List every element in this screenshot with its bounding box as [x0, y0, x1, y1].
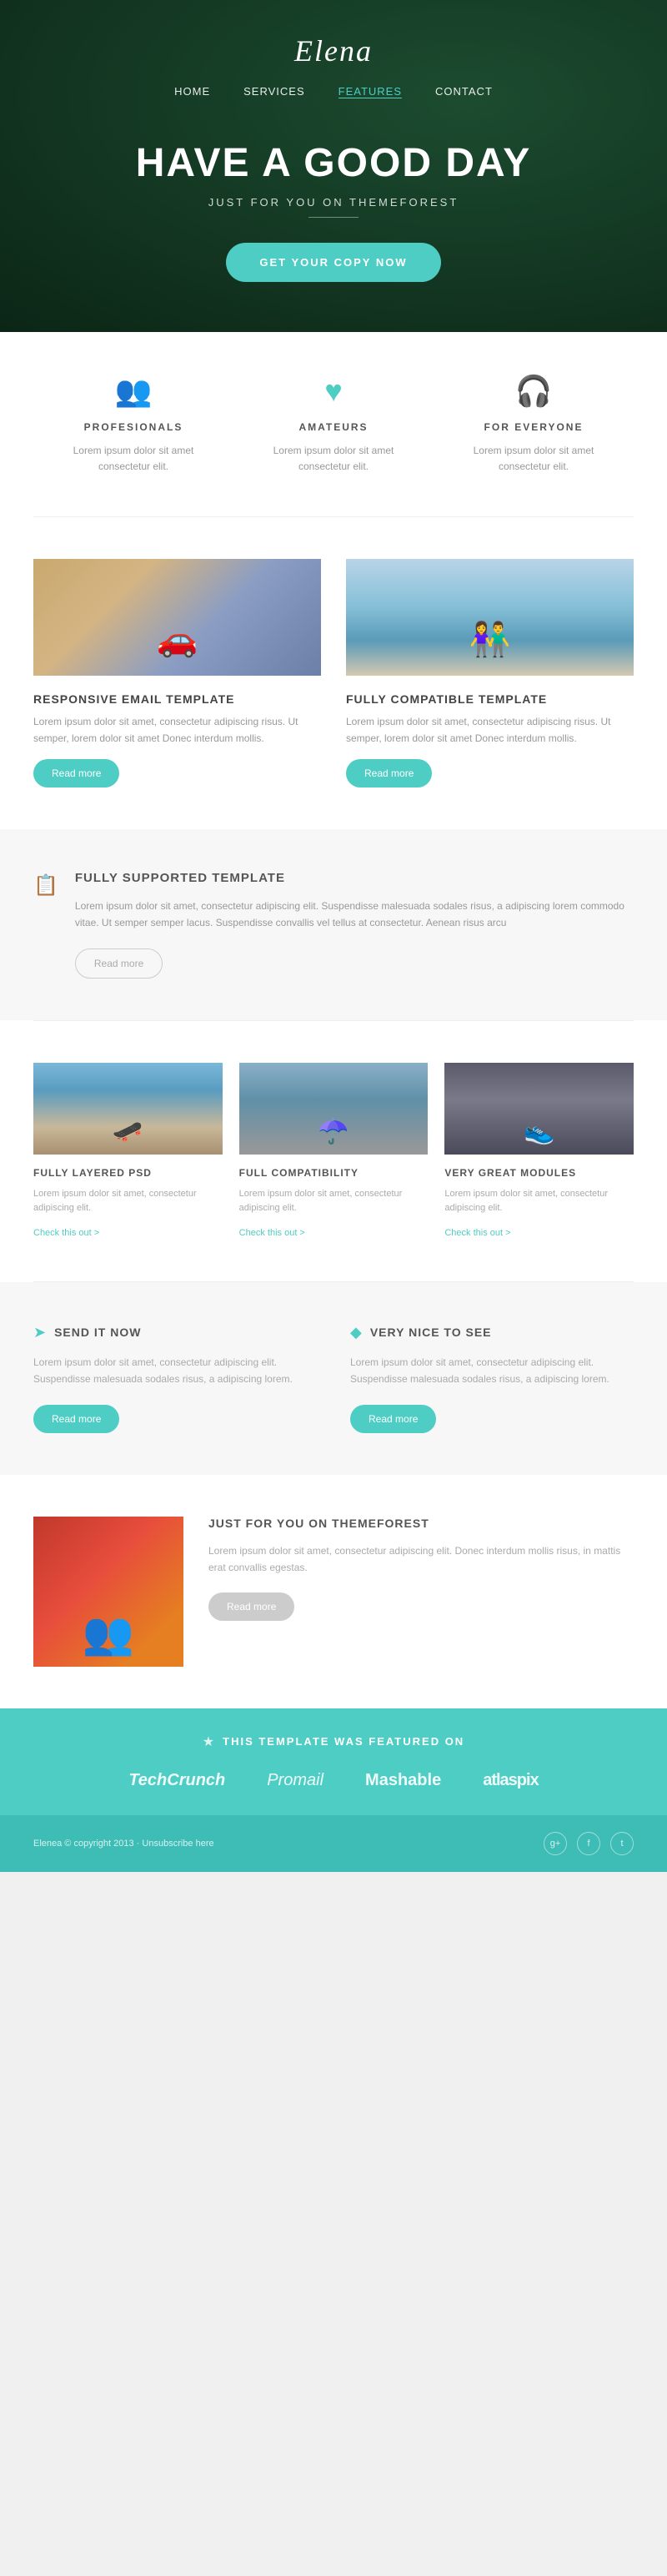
cards-row: RESPONSIVE EMAIL TEMPLATE Lorem ipsum do… [33, 559, 634, 787]
three-col-title-psd: FULLY LAYERED PSD [33, 1167, 223, 1179]
social-facebook[interactable]: f [577, 1832, 600, 1855]
three-col-modules: VERY GREAT MODULES Lorem ipsum dolor sit… [444, 1063, 634, 1240]
gray-section-text: Lorem ipsum dolor sit amet, consectetur … [75, 898, 634, 932]
check-link-modules[interactable]: Check this out > [444, 1228, 510, 1238]
headphones-icon: 🎧 [450, 374, 617, 409]
support-icon: 📋 [33, 873, 58, 898]
two-col-icon-section: ➤ SEND IT NOW Lorem ipsum dolor sit amet… [0, 1282, 667, 1475]
two-col-send: ➤ SEND IT NOW Lorem ipsum dolor sit amet… [33, 1324, 317, 1433]
footer-copyright: Elenea © copyright 2013 · Unsubscribe he… [33, 1839, 214, 1849]
send-title-row: ➤ SEND IT NOW [33, 1324, 317, 1341]
social-googleplus[interactable]: g+ [544, 1832, 567, 1855]
featured-content: JUST FOR YOU ON THEMEFOREST Lorem ipsum … [208, 1517, 634, 1622]
feature-text-everyone: Lorem ipsum dolor sit amet consectetur e… [450, 443, 617, 475]
feature-title-professionals: PROFESIONALS [50, 421, 217, 433]
brand-name: Elena [0, 33, 667, 68]
read-more-responsive[interactable]: Read more [33, 759, 119, 787]
nav-features[interactable]: FEATURES [339, 85, 402, 98]
featured-image [33, 1517, 183, 1667]
check-link-psd[interactable]: Check this out > [33, 1228, 99, 1238]
gray-content: FULLY SUPPORTED TEMPLATE Lorem ipsum dol… [75, 871, 634, 979]
hero-title: HAVE A GOOD DAY [0, 140, 667, 186]
send-read-more[interactable]: Read more [33, 1405, 119, 1433]
logo-techcrunch: TechCrunch [128, 1771, 225, 1790]
card-image-couple [346, 559, 634, 676]
gray-read-more[interactable]: Read more [75, 948, 163, 979]
nav-home[interactable]: HOME [174, 85, 210, 98]
nice-text: Lorem ipsum dolor sit amet, consectetur … [350, 1354, 634, 1388]
featured-button[interactable]: Read more [208, 1592, 294, 1621]
nav-contact[interactable]: CONTACT [435, 85, 493, 98]
logo-atlaspix: atlaspix [483, 1771, 538, 1790]
card-image-car [33, 559, 321, 676]
feature-text-professionals: Lorem ipsum dolor sit amet consectetur e… [50, 443, 217, 475]
teal-section: ★ THIS TEMPLATE WAS FEATURED ON TechCrun… [0, 1708, 667, 1815]
social-twitter[interactable]: t [610, 1832, 634, 1855]
bottom-footer: Elenea © copyright 2013 · Unsubscribe he… [0, 1815, 667, 1872]
check-link-compat[interactable]: Check this out > [239, 1228, 305, 1238]
three-col-title-modules: VERY GREAT MODULES [444, 1167, 634, 1179]
card-compatible: FULLY COMPATIBLE TEMPLATE Lorem ipsum do… [346, 559, 634, 787]
three-col-compat: FULL COMPATIBILITY Lorem ipsum dolor sit… [239, 1063, 429, 1240]
card-text-responsive: Lorem ipsum dolor sit amet, consectetur … [33, 714, 321, 746]
three-col-text-compat: Lorem ipsum dolor sit amet, consectetur … [239, 1187, 429, 1216]
hero-section: Elena HOME SERVICES FEATURES CONTACT HAV… [0, 0, 667, 332]
card-text-compatible: Lorem ipsum dolor sit amet, consectetur … [346, 714, 634, 746]
cta-button[interactable]: GET YOUR COPY NOW [226, 243, 440, 282]
feature-text-amateurs: Lorem ipsum dolor sit amet consectetur e… [250, 443, 417, 475]
read-more-compatible[interactable]: Read more [346, 759, 432, 787]
teal-section-title: THIS TEMPLATE WAS FEATURED ON [223, 1735, 464, 1748]
card-title-responsive: RESPONSIVE EMAIL TEMPLATE [33, 692, 321, 706]
gray-section-title: FULLY SUPPORTED TEMPLATE [75, 871, 634, 885]
featured-logos: TechCrunch Promail Mashable atlaspix [33, 1771, 634, 1790]
skater-image [33, 1063, 223, 1155]
professionals-icon: 👥 [50, 374, 217, 409]
email-wrapper: Elena HOME SERVICES FEATURES CONTACT HAV… [0, 0, 667, 1872]
features-section: 👥 PROFESIONALS Lorem ipsum dolor sit ame… [0, 332, 667, 516]
social-links: g+ f t [544, 1832, 634, 1855]
nice-icon: ◆ [350, 1324, 362, 1341]
umbrella-image [239, 1063, 429, 1155]
main-nav: HOME SERVICES FEATURES CONTACT [0, 85, 667, 98]
three-col-section: FULLY LAYERED PSD Lorem ipsum dolor sit … [0, 1021, 667, 1281]
send-icon: ➤ [33, 1324, 46, 1341]
three-col-row: FULLY LAYERED PSD Lorem ipsum dolor sit … [33, 1063, 634, 1240]
feature-title-amateurs: AMATEURS [250, 421, 417, 433]
featured-section: JUST FOR YOU ON THEMEFOREST Lorem ipsum … [0, 1475, 667, 1708]
star-icon: ★ [203, 1733, 214, 1750]
nice-title-row: ◆ VERY NICE TO SEE [350, 1324, 634, 1341]
couple-image [346, 559, 634, 676]
three-col-title-compat: FULL COMPATIBILITY [239, 1167, 429, 1179]
feature-col-professionals: 👥 PROFESIONALS Lorem ipsum dolor sit ame… [33, 374, 233, 475]
logo-promail: Promail [267, 1771, 323, 1790]
nice-title: VERY NICE TO SEE [370, 1326, 492, 1339]
three-col-text-psd: Lorem ipsum dolor sit amet, consectetur … [33, 1187, 223, 1216]
feature-col-everyone: 🎧 FOR EVERYONE Lorem ipsum dolor sit ame… [434, 374, 634, 475]
card-responsive: RESPONSIVE EMAIL TEMPLATE Lorem ipsum do… [33, 559, 321, 787]
teal-title-row: ★ THIS TEMPLATE WAS FEATURED ON [33, 1733, 634, 1750]
gray-section: 📋 FULLY SUPPORTED TEMPLATE Lorem ipsum d… [0, 829, 667, 1020]
cards-section: RESPONSIVE EMAIL TEMPLATE Lorem ipsum do… [0, 517, 667, 828]
two-col-icon-row: ➤ SEND IT NOW Lorem ipsum dolor sit amet… [33, 1324, 634, 1433]
featured-title: JUST FOR YOU ON THEMEFOREST [208, 1517, 634, 1530]
two-col-nice: ◆ VERY NICE TO SEE Lorem ipsum dolor sit… [350, 1324, 634, 1433]
hero-divider [308, 217, 359, 218]
send-text: Lorem ipsum dolor sit amet, consectetur … [33, 1354, 317, 1388]
three-col-text-modules: Lorem ipsum dolor sit amet, consectetur … [444, 1187, 634, 1216]
nav-services[interactable]: SERVICES [243, 85, 305, 98]
three-col-psd: FULLY LAYERED PSD Lorem ipsum dolor sit … [33, 1063, 223, 1240]
send-title: SEND IT NOW [54, 1326, 141, 1339]
card-title-compatible: FULLY COMPATIBLE TEMPLATE [346, 692, 634, 706]
feature-col-amateurs: ♥ AMATEURS Lorem ipsum dolor sit amet co… [233, 374, 434, 475]
nice-read-more[interactable]: Read more [350, 1405, 436, 1433]
heart-icon: ♥ [250, 374, 417, 409]
hero-subtitle: JUST FOR YOU ON THEMEFOREST [0, 196, 667, 209]
logo-mashable: Mashable [365, 1771, 441, 1790]
featured-text: Lorem ipsum dolor sit amet, consectetur … [208, 1542, 634, 1577]
shoes-image [444, 1063, 634, 1155]
car-image [33, 559, 321, 676]
feature-title-everyone: FOR EVERYONE [450, 421, 617, 433]
